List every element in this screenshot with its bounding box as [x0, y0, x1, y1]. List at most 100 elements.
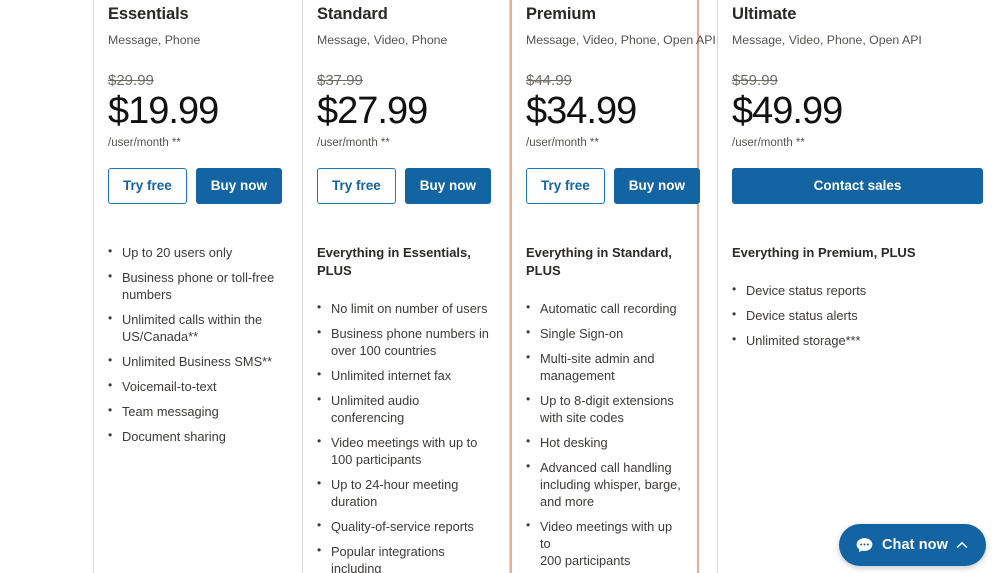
feature-line: numbers — [122, 287, 172, 302]
try-free-button[interactable]: Try free — [526, 168, 605, 204]
feature-line: Unlimited calls within the — [122, 312, 263, 327]
cta-row: Try free Buy now — [317, 168, 495, 204]
feature-item: Advanced call handling including whisper,… — [526, 458, 683, 510]
feature-line: including — [331, 561, 382, 573]
feature-line: Team messaging — [122, 404, 219, 419]
feature-item: Team messaging — [108, 402, 288, 420]
feature-line: over 100 countries — [331, 343, 437, 358]
feature-line: Single Sign-on — [540, 326, 624, 341]
feature-item: Up to 24-hour meeting duration — [317, 475, 495, 510]
feature-line: Unlimited internet fax — [331, 368, 452, 383]
plan-subtitle: Message, Phone — [108, 33, 201, 47]
plan-card-essentials: Essentials Message, Phone $29.99 $19.99 … — [94, 0, 303, 573]
cta-row: Try free Buy now — [108, 168, 288, 204]
feature-line: Document sharing — [122, 429, 226, 444]
feature-item: Business phone or toll-free numbers — [108, 268, 288, 303]
feature-item: Device status reports — [732, 281, 983, 299]
plan-name: Standard — [317, 5, 388, 23]
feature-item: Up to 8-digit extensions with site codes — [526, 391, 683, 426]
feature-line: No limit on number of users — [331, 301, 488, 316]
feature-list: Device status reports Device status aler… — [732, 281, 983, 349]
try-free-button[interactable]: Try free — [317, 168, 396, 204]
feature-line: Video meetings with up to — [331, 435, 478, 450]
pricing-plans-table: Essentials Message, Phone $29.99 $19.99 … — [0, 0, 1000, 573]
feature-line: US/Canada** — [122, 329, 199, 344]
feature-line: Unlimited storage*** — [746, 333, 861, 348]
feature-item: Single Sign-on — [526, 324, 683, 342]
buy-now-button[interactable]: Buy now — [613, 168, 701, 204]
feature-line: conferencing — [331, 410, 405, 425]
chat-now-label: Chat now — [881, 537, 948, 553]
plan-card-premium: Premium Message, Video, Phone, Open API … — [510, 0, 716, 573]
feature-line: Automatic call recording — [540, 301, 677, 316]
feature-line: Up to 20 users only — [122, 245, 233, 260]
feature-item: Unlimited internet fax — [317, 366, 495, 384]
current-price: $19.99 — [108, 90, 219, 132]
feature-item: Multi-site admin and management — [526, 349, 683, 384]
feature-item: Device status alerts — [732, 306, 983, 324]
feature-item: Quality-of-service reports — [317, 517, 495, 535]
original-price: $37.99 — [317, 72, 363, 89]
plan-name: Essentials — [108, 5, 189, 23]
original-price: $44.99 — [526, 72, 572, 89]
feature-line: with site codes — [540, 410, 624, 425]
column-spacer — [699, 0, 718, 573]
feature-line: Hot desking — [540, 435, 608, 450]
plan-subtitle: Message, Video, Phone, Open API — [732, 33, 922, 47]
plus-heading: Everything in Standard, PLUS — [526, 245, 672, 278]
plan-subtitle: Message, Video, Phone, Open API — [526, 33, 716, 47]
price-block: $44.99 $34.99 /user/month ** — [526, 72, 683, 150]
feature-line: 100 participants — [331, 452, 422, 467]
feature-item: Popular integrationsincludingOffice 365,… — [317, 542, 495, 573]
feature-item: Unlimited calls within the US/Canada** — [108, 310, 288, 345]
plus-heading: Everything in Essentials, PLUS — [317, 245, 471, 278]
feature-line: Business phone or toll-free — [122, 270, 275, 285]
original-price: $29.99 — [108, 72, 154, 89]
cta-row: Try free Buy now — [526, 168, 701, 204]
feature-line: Popular integrations — [331, 544, 445, 559]
feature-item: Document sharing — [108, 427, 288, 445]
current-price: $34.99 — [526, 90, 637, 132]
feature-line: Device status alerts — [746, 308, 858, 323]
price-block: $59.99 $49.99 /user/month ** — [732, 72, 983, 150]
feature-item: Unlimited Business SMS** — [108, 352, 288, 370]
price-unit: /user/month ** — [732, 137, 805, 149]
plan-card-ultimate: Ultimate Message, Video, Phone, Open API… — [718, 0, 997, 573]
price-unit: /user/month ** — [526, 137, 599, 149]
feature-line: Advanced call handling — [540, 460, 672, 475]
feature-line: Voicemail-to-text — [122, 379, 217, 394]
chat-now-button[interactable]: Chat now — [838, 524, 986, 566]
chat-bubble-icon — [855, 536, 874, 555]
feature-line: Device status reports — [746, 283, 867, 298]
plan-name: Ultimate — [732, 5, 797, 23]
feature-item: Up to 20 users only — [108, 243, 288, 261]
buy-now-button[interactable]: Buy now — [404, 168, 492, 204]
plus-heading: Everything in Premium, PLUS — [732, 245, 916, 260]
feature-line: Multi-site admin and — [540, 351, 655, 366]
feature-item: Unlimited storage*** — [732, 331, 983, 349]
feature-item: Automatic call recording — [526, 299, 683, 317]
original-price: $59.99 — [732, 72, 778, 89]
feature-line: Quality-of-service reports — [331, 519, 474, 534]
feature-line: duration — [331, 494, 378, 509]
feature-item: No limit on number of users — [317, 299, 495, 317]
price-unit: /user/month ** — [108, 137, 181, 149]
try-free-button[interactable]: Try free — [108, 168, 187, 204]
feature-line: Video meetings with up to — [540, 519, 673, 551]
feature-line: Unlimited Business SMS** — [122, 354, 273, 369]
contact-sales-button[interactable]: Contact sales — [732, 168, 983, 204]
feature-line: Up to 8-digit extensions — [540, 393, 674, 408]
feature-line: 200 participants — [540, 553, 631, 568]
feature-line: including whisper, barge, — [540, 477, 681, 492]
feature-line: Up to 24-hour meeting — [331, 477, 459, 492]
feature-item: Business phone numbers in over 100 countr… — [317, 324, 495, 359]
buy-now-button[interactable]: Buy now — [195, 168, 283, 204]
feature-line: management — [540, 368, 615, 383]
plan-subtitle: Message, Video, Phone — [317, 33, 448, 47]
feature-list: Up to 20 users only Business phone or to… — [108, 243, 288, 445]
plan-card-standard: Standard Message, Video, Phone $37.99 $2… — [303, 0, 510, 573]
feature-item: Video meetings with up to 100 participant… — [317, 433, 495, 468]
price-block: $37.99 $27.99 /user/month ** — [317, 72, 495, 150]
feature-list: No limit on number of users Business pho… — [317, 299, 495, 573]
feature-item: Voicemail-to-text — [108, 377, 288, 395]
